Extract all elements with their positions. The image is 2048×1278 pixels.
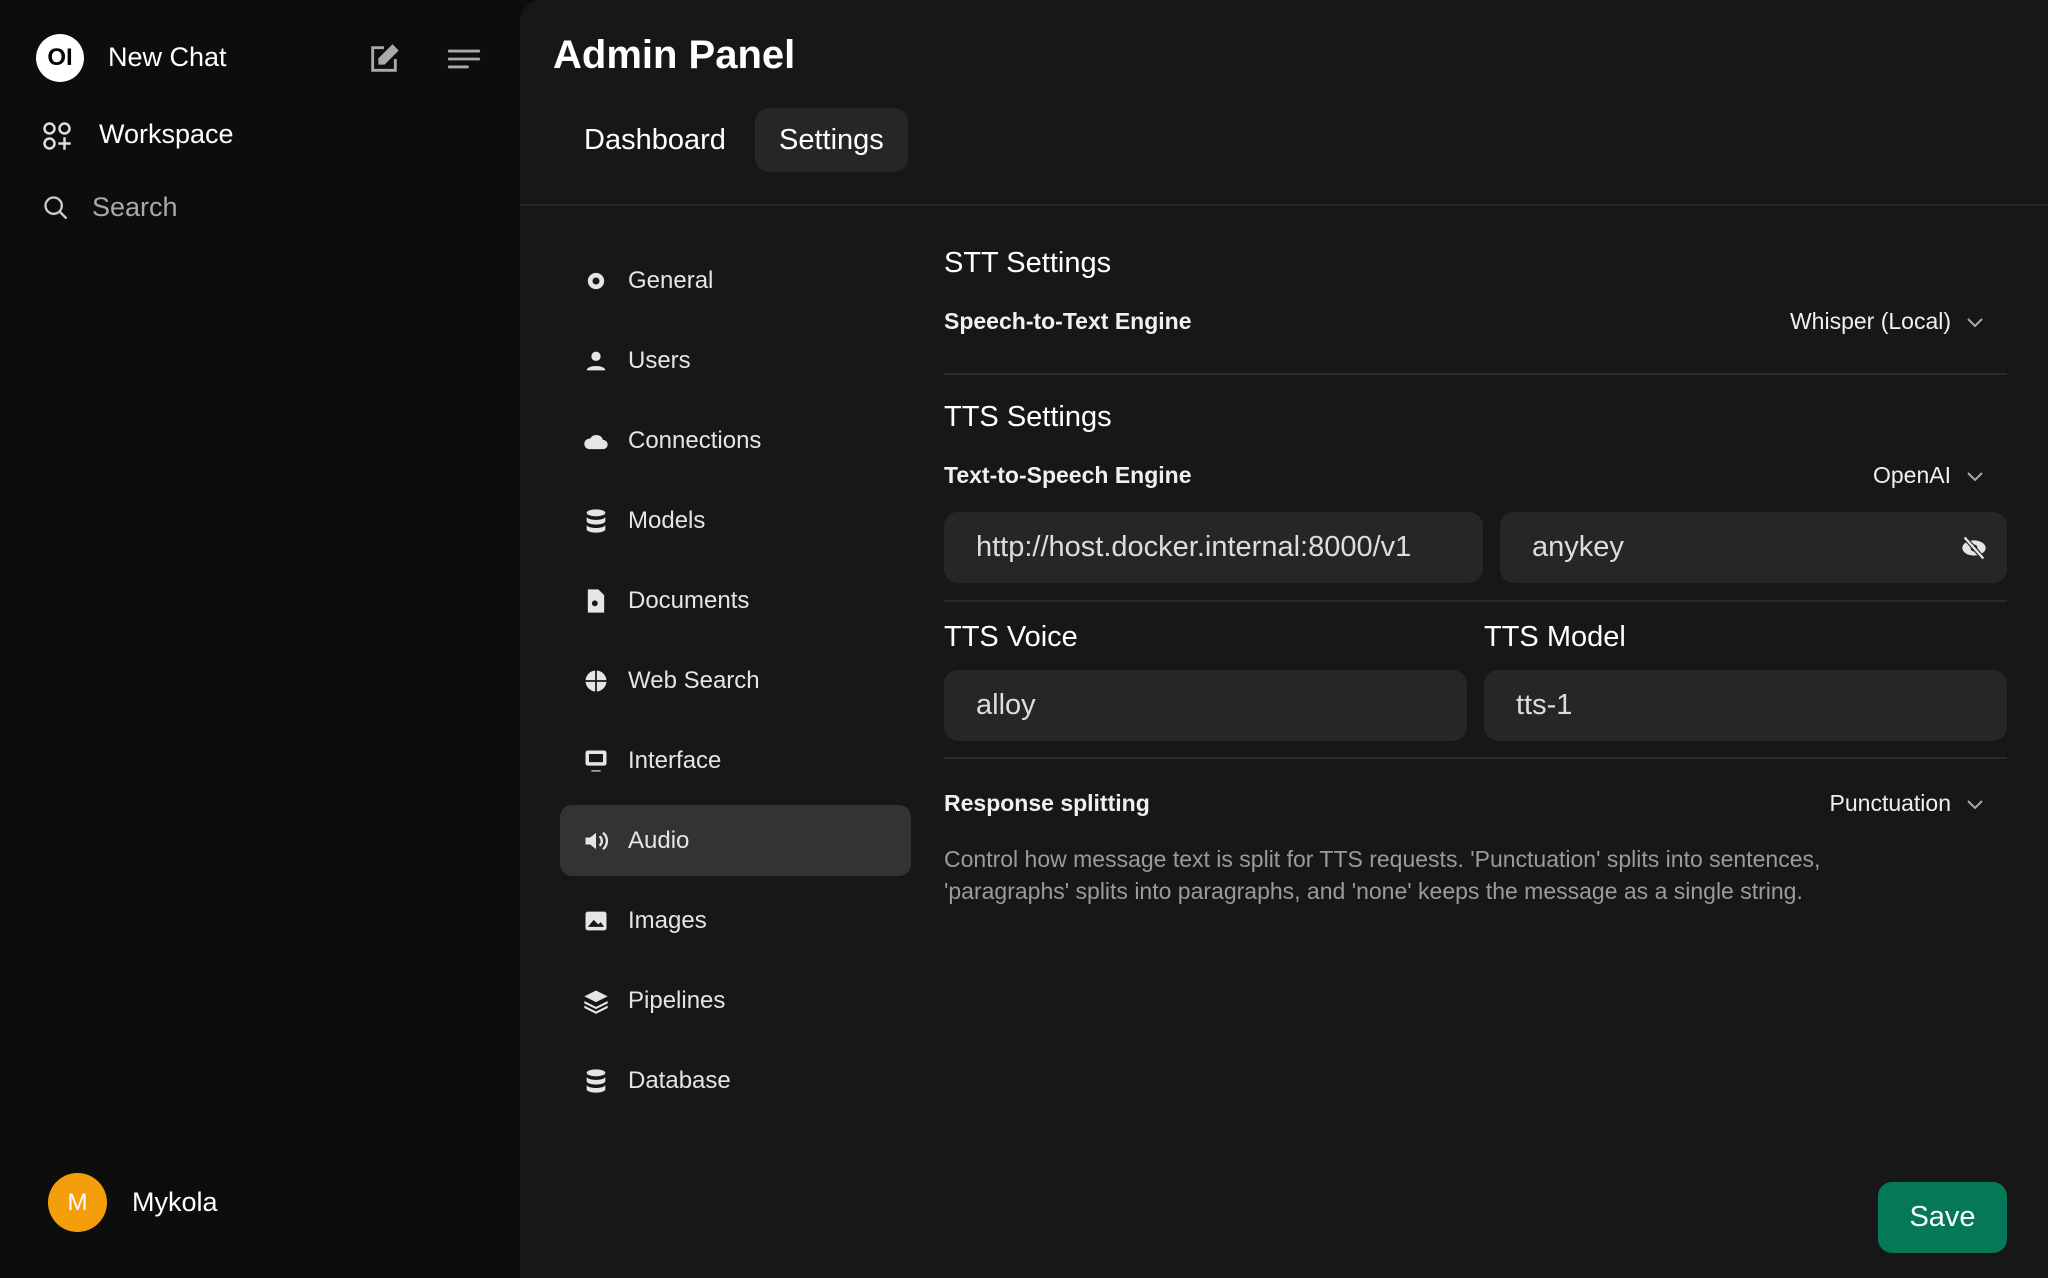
menu-item-label: Pipelines [628, 986, 726, 1014]
menu-item-connections[interactable]: Connections [560, 405, 911, 476]
api-key-value: anykey [1532, 531, 1624, 563]
menu-item-database[interactable]: Database [560, 1045, 911, 1116]
tts-engine-label: Text-to-Speech Engine [944, 462, 1192, 488]
tts-settings-heading: TTS Settings [944, 401, 1112, 433]
app-logo[interactable]: OI [36, 34, 84, 82]
document-icon [582, 587, 612, 615]
users-icon [582, 347, 612, 375]
menu-item-label: Database [628, 1066, 731, 1094]
divider [944, 757, 2007, 759]
stt-engine-label: Speech-to-Text Engine [944, 308, 1192, 334]
response-splitting-value: Punctuation [1829, 790, 1951, 816]
menu-item-pipelines[interactable]: Pipelines [560, 965, 911, 1036]
menu-item-label: Audio [628, 826, 690, 854]
user-name[interactable]: Mykola [132, 1187, 218, 1218]
menu-item-users[interactable]: Users [560, 325, 911, 396]
api-key-input[interactable]: anykey [1500, 512, 2007, 583]
menu-item-label: Interface [628, 746, 722, 774]
menu-item-models[interactable]: Models [560, 485, 911, 556]
response-splitting-select[interactable]: Punctuation [1830, 790, 1985, 817]
save-button[interactable]: Save [1878, 1182, 2007, 1253]
menu-item-general[interactable]: General [560, 245, 911, 316]
sidebar: OI New Chat Workspace Search M Mykola [0, 0, 520, 1278]
menu-item-label: Web Search [628, 666, 760, 694]
speaker-icon [582, 827, 612, 855]
avatar[interactable]: M [48, 1173, 107, 1232]
menu-icon[interactable] [447, 45, 481, 73]
tts-engine-select[interactable]: OpenAI [1873, 462, 1985, 489]
new-chat-button[interactable]: New Chat [108, 42, 227, 73]
tts-voice-label: TTS Voice [944, 621, 1078, 653]
globe-icon [582, 667, 612, 695]
page-title: Admin Panel [553, 33, 796, 77]
tab-settings[interactable]: Settings [755, 108, 908, 172]
menu-item-web-search[interactable]: Web Search [560, 645, 911, 716]
chevron-down-icon [1965, 790, 1985, 817]
menu-item-audio[interactable]: Audio [560, 805, 911, 876]
header-divider [520, 204, 2048, 206]
menu-item-label: Connections [628, 426, 762, 454]
monitor-icon [582, 747, 612, 775]
image-icon [582, 907, 612, 935]
chevron-down-icon [1965, 462, 1985, 489]
description-line: Control how message text is split for TT… [944, 846, 1821, 872]
menu-item-images[interactable]: Images [560, 885, 911, 956]
menu-item-label: Documents [628, 586, 750, 614]
chevron-down-icon [1965, 308, 1985, 335]
menu-item-label: Images [628, 906, 707, 934]
menu-item-documents[interactable]: Documents [560, 565, 911, 636]
stt-settings-heading: STT Settings [944, 247, 1112, 279]
menu-item-interface[interactable]: Interface [560, 725, 911, 796]
cloud-icon [582, 427, 612, 455]
layers-icon [582, 987, 612, 1015]
workspace-icon [42, 121, 72, 151]
response-splitting-description: Control how message text is split for TT… [944, 843, 2007, 907]
database-icon [582, 507, 612, 535]
tts-model-input[interactable]: tts-1 [1484, 670, 2007, 741]
tts-engine-value: OpenAI [1873, 462, 1951, 488]
tab-dashboard[interactable]: Dashboard [560, 108, 750, 172]
database-icon [582, 1067, 612, 1095]
search-button[interactable]: Search [92, 192, 178, 223]
menu-item-label: Models [628, 506, 706, 534]
edit-icon[interactable] [367, 42, 401, 76]
tts-model-label: TTS Model [1484, 621, 1626, 653]
workspace-link[interactable]: Workspace [99, 119, 234, 150]
menu-item-label: Users [628, 346, 691, 374]
gear-icon [582, 267, 612, 295]
response-splitting-label: Response splitting [944, 790, 1150, 816]
description-line: 'paragraphs' splits into paragraphs, and… [944, 878, 1803, 904]
eye-slash-icon[interactable] [1960, 535, 1988, 566]
stt-engine-value: Whisper (Local) [1789, 308, 1951, 334]
search-icon [42, 194, 70, 222]
divider [944, 373, 2007, 375]
divider [944, 600, 2007, 602]
tts-voice-input[interactable]: alloy [944, 670, 1467, 741]
stt-engine-select[interactable]: Whisper (Local) [1790, 308, 1985, 335]
menu-item-label: General [628, 266, 714, 294]
api-base-url-input[interactable]: http://host.docker.internal:8000/v1 [944, 512, 1483, 583]
